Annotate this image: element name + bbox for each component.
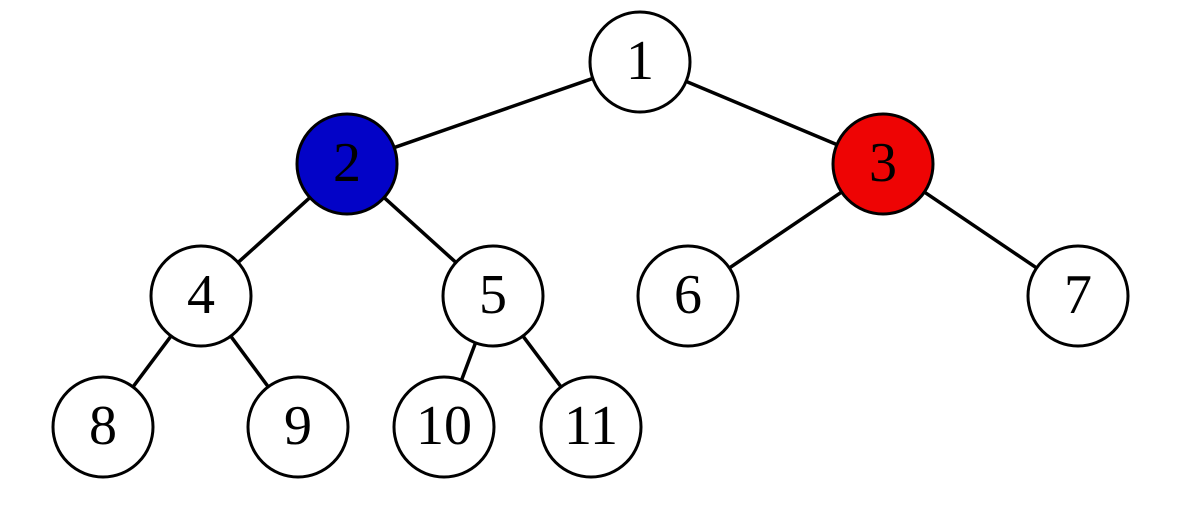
- node-2: 2: [297, 114, 397, 214]
- node-label-2: 2: [333, 132, 361, 194]
- node-label-8: 8: [89, 395, 117, 457]
- edge-n4-n9: [231, 336, 268, 387]
- node-3: 3: [833, 114, 933, 214]
- edge-n4-n8: [133, 336, 171, 387]
- node-label-10: 10: [416, 395, 472, 457]
- edge-n2-n4: [238, 198, 310, 263]
- node-8: 8: [53, 377, 153, 477]
- node-label-6: 6: [674, 264, 702, 326]
- node-label-4: 4: [187, 264, 215, 326]
- edge-n1-n3: [686, 81, 837, 144]
- tree-diagram: 1 2 3 4 5 6 7 8 9 10 11: [0, 0, 1200, 510]
- edge-n1-n2: [394, 78, 593, 147]
- edge-n3-n6: [729, 192, 841, 268]
- nodes-layer: 1 2 3 4 5 6 7 8 9 10 11: [53, 12, 1128, 477]
- node-6: 6: [638, 246, 738, 346]
- node-9: 9: [248, 377, 348, 477]
- node-1: 1: [590, 12, 690, 112]
- edge-n2-n5: [384, 198, 456, 263]
- node-label-11: 11: [564, 395, 618, 457]
- node-label-7: 7: [1064, 264, 1092, 326]
- node-5: 5: [443, 246, 543, 346]
- node-11: 11: [541, 377, 641, 477]
- node-4: 4: [151, 246, 251, 346]
- node-label-1: 1: [626, 30, 654, 92]
- node-label-5: 5: [479, 264, 507, 326]
- node-10: 10: [394, 377, 494, 477]
- node-label-3: 3: [869, 132, 897, 194]
- node-label-9: 9: [284, 395, 312, 457]
- node-7: 7: [1028, 246, 1128, 346]
- edge-n3-n7: [924, 192, 1036, 268]
- edge-n5-n11: [523, 336, 561, 387]
- edge-n5-n10: [462, 343, 476, 380]
